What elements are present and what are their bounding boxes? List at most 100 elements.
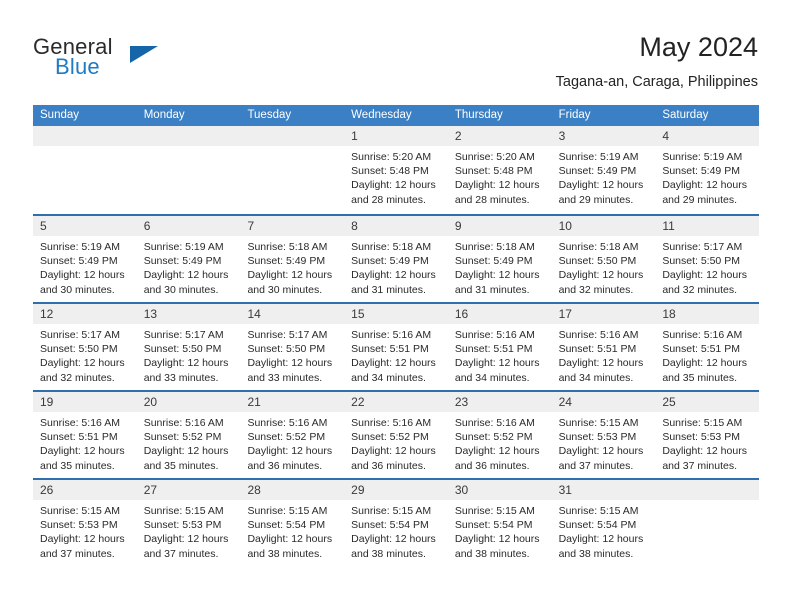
day-number-band: 6 [136, 216, 241, 236]
day-detail-line: Sunset: 5:49 PM [662, 165, 740, 178]
day-detail-line: Daylight: 12 hours [143, 269, 229, 282]
day-detail-block: Sunrise: 5:16 AM Sunset: 5:51 PM Daylight:… [655, 324, 759, 385]
day-detail-line: Sunrise: 5:16 AM [351, 329, 432, 341]
day-cell[interactable]: 5 Sunrise: 5:19 AM Sunset: 5:49 PM Daylight… [33, 216, 137, 302]
day-detail-block: Sunrise: 5:20 AM Sunset: 5:48 PM Daylight:… [448, 146, 552, 207]
day-cell[interactable]: 3 Sunrise: 5:19 AM Sunset: 5:49 PM Daylight… [551, 126, 656, 214]
day-detail-line: Sunset: 5:49 PM [40, 255, 118, 268]
day-detail-line: and 37 minutes. [558, 459, 634, 472]
calendar-week-row: 5 Sunrise: 5:19 AM Sunset: 5:49 PM Daylight… [33, 214, 760, 302]
day-cell[interactable]: 4 Sunrise: 5:19 AM Sunset: 5:49 PM Daylight… [655, 126, 760, 214]
day-detail-block: Sunrise: 5:18 AM Sunset: 5:50 PM Daylight:… [552, 236, 656, 297]
day-number-band: 1 [344, 126, 448, 146]
day-cell[interactable]: 6 Sunrise: 5:19 AM Sunset: 5:49 PM Daylight… [136, 216, 241, 302]
day-detail-line: Sunset: 5:52 PM [247, 431, 326, 444]
day-number-band: 30 [447, 480, 552, 500]
day-detail-line: Sunrise: 5:16 AM [662, 329, 743, 341]
day-number-band: 8 [344, 216, 448, 236]
day-cell[interactable]: 22 Sunrise: 5:16 AM Sunset: 5:52 PM Dayligh… [344, 392, 448, 478]
day-detail-line: Daylight: 12 hours [558, 445, 644, 458]
day-cell[interactable]: 16 Sunrise: 5:16 AM Sunset: 5:51 PM Dayligh… [447, 304, 552, 390]
day-cell[interactable]: 9 Sunrise: 5:18 AM Sunset: 5:49 PM Daylight… [447, 216, 552, 302]
day-number: 1 [351, 129, 358, 143]
day-detail-block: Sunrise: 5:18 AM Sunset: 5:49 PM Daylight:… [344, 236, 448, 297]
day-cell[interactable]: 30 Sunrise: 5:15 AM Sunset: 5:54 PM Dayligh… [447, 480, 552, 566]
day-cell[interactable]: 19 Sunrise: 5:16 AM Sunset: 5:51 PM Dayligh… [33, 392, 137, 478]
day-detail-line: Sunrise: 5:20 AM [454, 151, 535, 163]
day-detail-line: and 35 minutes. [662, 371, 738, 384]
day-cell[interactable]: 29 Sunrise: 5:15 AM Sunset: 5:54 PM Dayligh… [344, 480, 448, 566]
day-detail-line: Daylight: 12 hours [558, 357, 644, 370]
day-number: 11 [662, 219, 675, 233]
day-number-band: 22 [344, 392, 448, 412]
day-cell[interactable]: 12 Sunrise: 5:17 AM Sunset: 5:50 PM Dayligh… [33, 304, 137, 390]
day-number-band: 11 [655, 216, 760, 236]
day-number: 28 [247, 483, 261, 497]
weekday-header-tuesday: Tuesday [247, 109, 292, 121]
day-detail-block [137, 146, 241, 150]
day-cell[interactable]: 1 Sunrise: 5:20 AM Sunset: 5:48 PM Daylight… [344, 126, 448, 214]
calendar-week-row: 12 Sunrise: 5:17 AM Sunset: 5:50 PM Dayligh… [33, 302, 760, 390]
day-detail-line: Sunset: 5:51 PM [40, 431, 118, 444]
day-detail-block: Sunrise: 5:15 AM Sunset: 5:54 PM Daylight:… [552, 500, 656, 561]
day-number-band: 18 [655, 304, 760, 324]
day-cell[interactable]: 7 Sunrise: 5:18 AM Sunset: 5:49 PM Daylight… [240, 216, 345, 302]
day-detail-line: Sunrise: 5:18 AM [351, 241, 432, 253]
day-detail-line: and 33 minutes. [143, 371, 219, 384]
day-cell[interactable]: 13 Sunrise: 5:17 AM Sunset: 5:50 PM Dayligh… [136, 304, 241, 390]
day-detail-line: Sunset: 5:53 PM [40, 519, 118, 532]
day-cell[interactable]: 10 Sunrise: 5:18 AM Sunset: 5:50 PM Dayligh… [551, 216, 656, 302]
day-detail-line: Sunset: 5:49 PM [143, 255, 222, 268]
day-detail-line: Sunset: 5:48 PM [454, 165, 533, 178]
day-number-band: 17 [551, 304, 656, 324]
day-cell[interactable]: 31 Sunrise: 5:15 AM Sunset: 5:54 PM Dayligh… [551, 480, 656, 566]
day-cell[interactable]: 28 Sunrise: 5:15 AM Sunset: 5:54 PM Dayligh… [240, 480, 345, 566]
day-number-band: 9 [447, 216, 552, 236]
day-cell[interactable]: 21 Sunrise: 5:16 AM Sunset: 5:52 PM Dayligh… [240, 392, 345, 478]
day-cell[interactable]: 11 Sunrise: 5:17 AM Sunset: 5:50 PM Dayligh… [655, 216, 760, 302]
day-number: 2 [454, 129, 462, 143]
day-detail-line: and 38 minutes. [558, 547, 634, 560]
day-cell[interactable]: 2 Sunrise: 5:20 AM Sunset: 5:48 PM Daylight… [447, 126, 552, 214]
day-cell[interactable]: 24 Sunrise: 5:15 AM Sunset: 5:53 PM Dayligh… [551, 392, 656, 478]
day-cell[interactable]: 27 Sunrise: 5:15 AM Sunset: 5:53 PM Dayligh… [136, 480, 241, 566]
day-detail-block: Sunrise: 5:19 AM Sunset: 5:49 PM Daylight:… [655, 146, 759, 207]
weekday-header-saturday: Saturday [662, 109, 709, 121]
day-number: 10 [558, 219, 572, 233]
day-detail-line: and 32 minutes. [558, 283, 634, 296]
day-detail-line: Sunset: 5:54 PM [247, 519, 326, 532]
day-detail-line: Sunrise: 5:15 AM [558, 417, 639, 429]
day-detail-line: and 31 minutes. [454, 283, 530, 296]
day-detail-line: Sunset: 5:54 PM [558, 519, 637, 532]
weekday-header-monday: Monday [143, 109, 185, 121]
day-cell[interactable]: 14 Sunrise: 5:17 AM Sunset: 5:50 PM Dayligh… [240, 304, 345, 390]
day-cell[interactable]: 15 Sunrise: 5:16 AM Sunset: 5:51 PM Dayligh… [344, 304, 448, 390]
day-detail-block: Sunrise: 5:16 AM Sunset: 5:51 PM Daylight:… [448, 324, 552, 385]
day-cell[interactable]: 23 Sunrise: 5:16 AM Sunset: 5:52 PM Dayligh… [447, 392, 552, 478]
day-cell[interactable]: 25 Sunrise: 5:15 AM Sunset: 5:53 PM Dayligh… [655, 392, 760, 478]
day-number: 4 [662, 129, 669, 143]
calendar-page: General Blue May 2024 Tagana-an, Caraga,… [0, 0, 792, 612]
day-detail-line: Daylight: 12 hours [558, 533, 644, 546]
day-number: 27 [143, 483, 158, 497]
day-detail-line: Daylight: 12 hours [454, 533, 540, 546]
calendar-week-row: 1 Sunrise: 5:20 AM Sunset: 5:48 PM Daylight… [33, 126, 760, 214]
day-detail-block: Sunrise: 5:17 AM Sunset: 5:50 PM Daylight:… [655, 236, 759, 297]
day-cell[interactable]: 20 Sunrise: 5:16 AM Sunset: 5:52 PM Dayligh… [136, 392, 241, 478]
day-cell[interactable]: 18 Sunrise: 5:16 AM Sunset: 5:51 PM Dayligh… [655, 304, 760, 390]
day-cell[interactable]: 26 Sunrise: 5:15 AM Sunset: 5:53 PM Dayligh… [33, 480, 137, 566]
day-cell[interactable]: 17 Sunrise: 5:16 AM Sunset: 5:51 PM Dayligh… [551, 304, 656, 390]
brand-logo[interactable]: General Blue [33, 36, 233, 92]
day-number: 7 [247, 219, 255, 233]
day-detail-line: Sunset: 5:54 PM [351, 519, 429, 532]
day-cell[interactable]: 8 Sunrise: 5:18 AM Sunset: 5:49 PM Daylight… [344, 216, 448, 302]
day-detail-block: Sunrise: 5:19 AM Sunset: 5:49 PM Daylight:… [552, 146, 656, 207]
day-detail-line: Sunrise: 5:16 AM [351, 417, 432, 429]
day-number: 15 [351, 307, 365, 321]
day-detail-line: Daylight: 12 hours [558, 269, 644, 282]
day-number: 17 [558, 307, 572, 321]
day-detail-line: Daylight: 12 hours [662, 445, 747, 458]
day-cell-empty [33, 126, 137, 214]
day-number-band: 29 [344, 480, 448, 500]
day-number-band: 26 [33, 480, 137, 500]
